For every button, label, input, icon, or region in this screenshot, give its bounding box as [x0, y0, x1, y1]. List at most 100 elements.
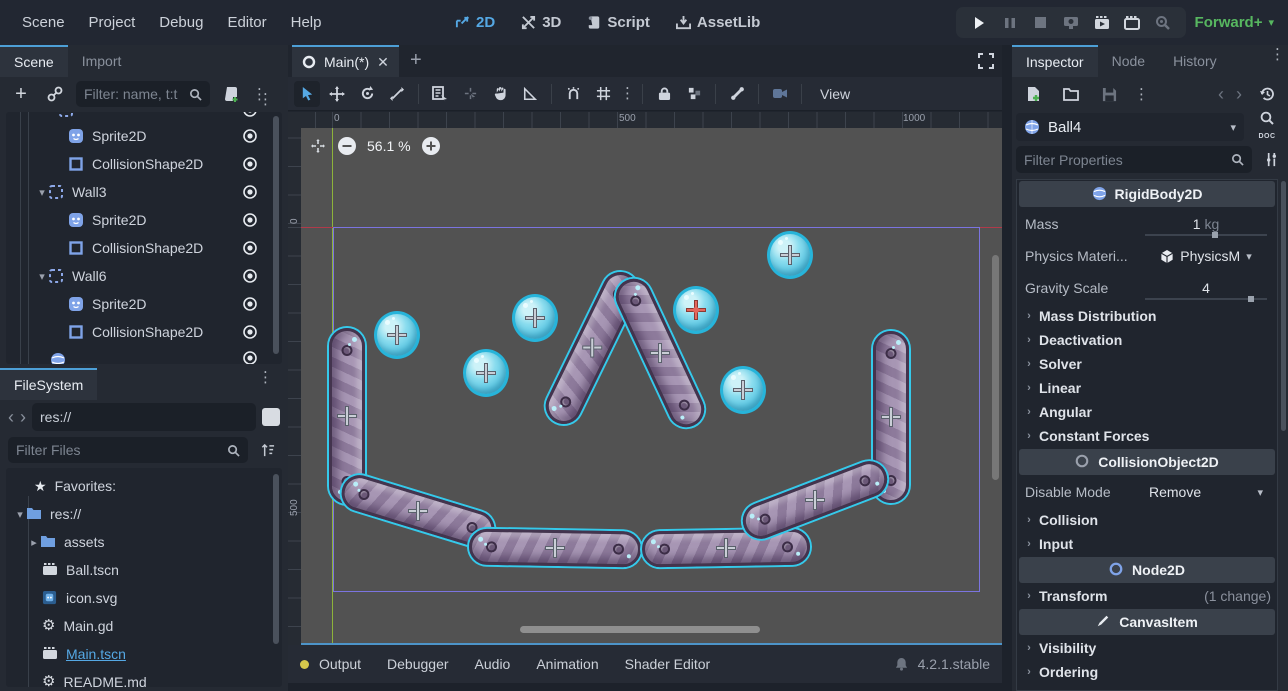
scene-dock-menu-icon[interactable]: ⋮ [258, 97, 272, 102]
scene-tab-main[interactable]: Main(*) ✕ [292, 45, 399, 77]
category-node2d[interactable]: Node2D [1019, 557, 1275, 583]
expand-viewport-icon[interactable] [978, 53, 994, 69]
physics-material-resource[interactable]: PhysicsM ▾ [1143, 248, 1269, 264]
play-custom-scene-button[interactable] [1119, 10, 1145, 36]
file-row-icon-svg[interactable]: icon.svg [6, 584, 282, 612]
ball-node[interactable] [767, 231, 813, 279]
tree-row-sprite2d[interactable]: Sprite2D [6, 122, 282, 150]
split-mode-toggle[interactable] [262, 408, 280, 426]
file-row-readme[interactable]: ⚙ README.md [6, 668, 282, 687]
tab-history[interactable]: History [1159, 45, 1231, 77]
group-icon[interactable] [681, 81, 707, 107]
property-tools-icon[interactable] [1258, 147, 1284, 173]
category-collisionobject2d[interactable]: CollisionObject2D [1019, 449, 1275, 475]
group-collision[interactable]: ›Collision [1017, 508, 1277, 532]
ball-node[interactable] [463, 349, 509, 397]
tab-inspector[interactable]: Inspector [1012, 45, 1098, 77]
panel-shader-editor-button[interactable]: Shader Editor [617, 656, 719, 672]
group-constant-forces[interactable]: ›Constant Forces [1017, 424, 1277, 448]
group-linear[interactable]: ›Linear [1017, 376, 1277, 400]
zoom-percent[interactable]: 56.1 % [367, 138, 411, 154]
smart-snap-icon[interactable] [560, 81, 586, 107]
move-tool[interactable] [324, 81, 350, 107]
skeleton-bone-icon[interactable] [724, 81, 750, 107]
add-node-button[interactable]: + [8, 81, 34, 107]
visibility-eye-icon[interactable] [242, 324, 258, 340]
wall-capsule[interactable] [469, 529, 642, 568]
tree-row-partial-bottom[interactable] [6, 346, 282, 364]
movie-maker-icon[interactable] [1150, 10, 1176, 36]
nav-back-icon[interactable]: ‹ [8, 407, 14, 428]
menu-debug[interactable]: Debug [147, 0, 215, 45]
collapse-arrow-icon[interactable]: ▾ [36, 270, 48, 283]
group-mass-distribution[interactable]: ›Mass Distribution [1017, 304, 1277, 328]
menu-help[interactable]: Help [279, 0, 334, 45]
remote-debug-icon[interactable] [1058, 10, 1084, 36]
tree-row-wall3[interactable]: ▾ Wall3 [6, 178, 282, 206]
tree-row-collisionshape2d[interactable]: CollisionShape2D [6, 234, 282, 262]
gravity-slider-handle[interactable] [1248, 296, 1254, 302]
tab-scene[interactable]: Scene [0, 45, 68, 77]
workspace-2d-button[interactable]: 2D [455, 14, 495, 31]
open-docs-button[interactable]: DOC [1252, 111, 1282, 143]
bell-icon[interactable] [895, 657, 908, 671]
scene-filter-input[interactable]: Filter: name, t:t [76, 81, 210, 107]
workspace-3d-button[interactable]: 3D [521, 14, 561, 31]
history-forward-icon[interactable]: › [1236, 84, 1242, 105]
visibility-eye-icon[interactable] [242, 240, 258, 256]
pause-button[interactable] [997, 10, 1023, 36]
wall-capsule[interactable] [738, 456, 893, 544]
tree-row-collisionshape2d[interactable]: CollisionShape2D [6, 318, 282, 346]
visibility-eye-icon[interactable] [242, 128, 258, 144]
tree-row-sprite2d[interactable]: Sprite2D [6, 206, 282, 234]
file-row-assets[interactable]: ▸ assets [6, 528, 282, 556]
group-angular[interactable]: ›Angular [1017, 400, 1277, 424]
inspector-scrollbar[interactable] [1281, 181, 1286, 431]
menu-editor[interactable]: Editor [215, 0, 278, 45]
play-button[interactable] [966, 10, 992, 36]
mass-slider-handle[interactable] [1212, 232, 1218, 238]
attach-script-button[interactable] [218, 81, 244, 107]
panel-debugger-button[interactable]: Debugger [379, 656, 457, 672]
menu-project[interactable]: Project [77, 0, 148, 45]
grid-snap-icon[interactable] [590, 81, 616, 107]
group-ordering[interactable]: ›Ordering [1017, 660, 1277, 684]
file-row-main-tscn[interactable]: Main.tscn [6, 640, 282, 668]
tree-row-sprite2d[interactable]: Sprite2D [6, 290, 282, 318]
collapse-arrow-icon[interactable]: ▾ [14, 508, 26, 521]
lock-icon[interactable] [651, 81, 677, 107]
panel-audio-button[interactable]: Audio [467, 656, 519, 672]
ball-node[interactable] [720, 366, 766, 414]
ball-node[interactable] [374, 311, 420, 359]
sort-files-icon[interactable] [254, 437, 280, 463]
file-row-favorites[interactable]: ★ Favorites: [6, 472, 282, 500]
scene-tree-scrollbar[interactable] [273, 116, 279, 354]
history-back-icon[interactable]: ‹ [1218, 84, 1224, 105]
stop-button[interactable] [1027, 10, 1053, 36]
pan-tool[interactable] [487, 81, 513, 107]
group-transform[interactable]: ›Transform (1 change) [1017, 584, 1277, 608]
group-input[interactable]: ›Input [1017, 532, 1277, 556]
new-resource-button[interactable] [1020, 81, 1046, 107]
group-solver[interactable]: ›Solver [1017, 352, 1277, 376]
category-canvasitem[interactable]: CanvasItem [1019, 609, 1275, 635]
visibility-eye-icon[interactable] [242, 296, 258, 312]
expand-arrow-icon[interactable]: ▸ [28, 536, 40, 549]
panel-animation-button[interactable]: Animation [528, 656, 606, 672]
zoom-in-button[interactable] [421, 136, 441, 156]
file-filter-input[interactable]: Filter Files [8, 437, 248, 463]
filesystem-menu-icon[interactable]: ⋮ [258, 375, 272, 380]
mass-value-field[interactable]: 1 kg [1143, 211, 1269, 237]
visibility-eye-icon[interactable] [242, 212, 258, 228]
save-resource-button[interactable] [1096, 81, 1122, 107]
canvas-hscrollbar[interactable] [520, 626, 760, 633]
inspector-menu-icon[interactable]: ⋮ [1270, 52, 1284, 57]
visibility-eye-icon[interactable] [242, 268, 258, 284]
ball-node[interactable] [512, 294, 558, 342]
select-tool[interactable] [294, 81, 320, 107]
visibility-eye-icon[interactable] [242, 350, 258, 364]
view-menu[interactable]: View [810, 86, 860, 102]
visibility-eye-icon[interactable] [242, 112, 258, 118]
panel-output-button[interactable]: Output [319, 656, 369, 672]
tree-row-wall6[interactable]: ▾ Wall6 [6, 262, 282, 290]
